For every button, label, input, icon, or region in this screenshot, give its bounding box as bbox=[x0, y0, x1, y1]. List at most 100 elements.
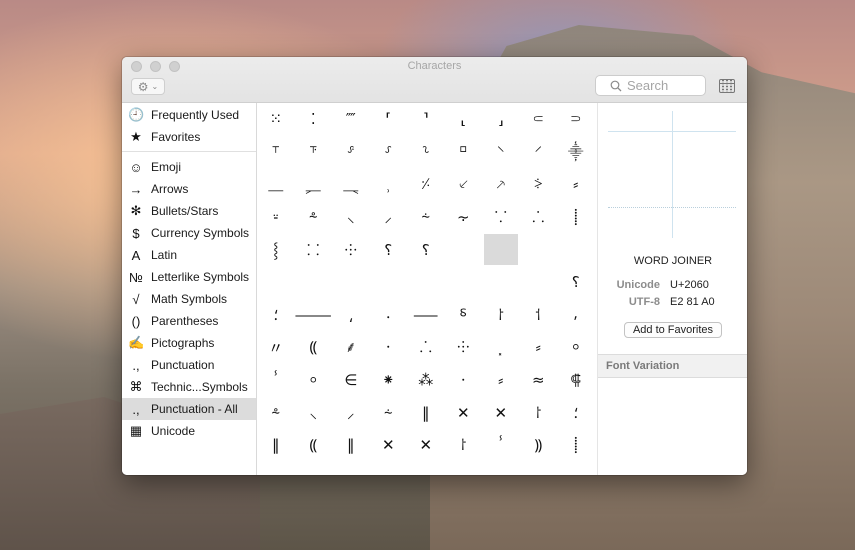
character-cell[interactable]: ⸖ bbox=[520, 168, 558, 201]
character-cell[interactable]: ⸫ bbox=[407, 331, 445, 364]
character-cell[interactable]: ⸈ bbox=[332, 136, 370, 169]
character-cell[interactable]: ⸔ bbox=[445, 168, 483, 201]
character-cell[interactable]: ∈ bbox=[332, 364, 370, 397]
character-cell[interactable]: ⸨ bbox=[295, 331, 333, 364]
character-cell[interactable]: ⸝ bbox=[370, 201, 408, 234]
character-cell[interactable]: ⸚ bbox=[257, 201, 295, 234]
character-cell[interactable]: ⸳ bbox=[370, 299, 408, 332]
character-cell[interactable]: ⸍ bbox=[520, 136, 558, 169]
sidebar-item-unicode[interactable]: ▦ Unicode bbox=[122, 420, 256, 442]
character-cell[interactable]: ⸬ bbox=[295, 233, 333, 266]
character-cell[interactable]: ⸽ bbox=[557, 429, 595, 462]
character-cell[interactable]: ⸛ bbox=[257, 396, 295, 429]
character-cell[interactable]: ⸪ bbox=[482, 201, 520, 234]
sidebar-item-favorites[interactable]: ★ Favorites bbox=[122, 126, 256, 148]
character-cell[interactable]: ⸥ bbox=[482, 103, 520, 136]
character-cell[interactable]: ✕ bbox=[482, 396, 520, 429]
character-cell[interactable]: ✕ bbox=[445, 396, 483, 429]
action-menu-button[interactable]: ⚙ ⌄ bbox=[131, 78, 165, 95]
character-cell[interactable]: ⸮ bbox=[370, 233, 408, 266]
character-cell[interactable]: ⸭ bbox=[332, 233, 370, 266]
sidebar-item-math-symbols[interactable]: √ Math Symbols bbox=[122, 288, 256, 310]
character-cell[interactable]: ⸛ bbox=[295, 201, 333, 234]
character-cell[interactable]: ⸚ bbox=[257, 462, 295, 475]
character-cell[interactable]: ⸨ bbox=[295, 429, 333, 462]
character-cell[interactable]: ‖ bbox=[332, 429, 370, 462]
character-cell[interactable]: ⸤ bbox=[445, 103, 483, 136]
character-cell[interactable]: ✕ bbox=[407, 429, 445, 462]
sidebar-item-punctuation[interactable]: ., Punctuation bbox=[122, 354, 256, 376]
character-cell[interactable]: ⸙ bbox=[332, 331, 370, 364]
character-cell[interactable]: ⸫ bbox=[520, 201, 558, 234]
character-cell[interactable]: ⸜ bbox=[332, 201, 370, 234]
character-cell[interactable]: ⸕ bbox=[482, 168, 520, 201]
character-cell[interactable]: ⸮ bbox=[407, 233, 445, 266]
character-cell[interactable]: ⸲ bbox=[332, 299, 370, 332]
character-cell[interactable]: ⸓ bbox=[407, 168, 445, 201]
character-cell[interactable]: ⸞ bbox=[407, 201, 445, 234]
character-cell[interactable]: ⸯ bbox=[257, 364, 295, 397]
add-to-favorites-button[interactable]: Add to Favorites bbox=[624, 322, 722, 338]
character-cell[interactable]: ⸦ bbox=[520, 103, 558, 136]
character-cell[interactable]: ⸜ bbox=[295, 396, 333, 429]
sidebar-item-latin[interactable]: A Latin bbox=[122, 244, 256, 266]
character-cell[interactable]: ⸻ bbox=[295, 299, 333, 332]
sidebar-item-parentheses[interactable]: () Parentheses bbox=[122, 310, 256, 332]
character-cell[interactable]: ✕ bbox=[370, 429, 408, 462]
character-cell[interactable]: ⸰ bbox=[557, 331, 595, 364]
sidebar-item-technic-symbols[interactable]: ⌘ Technic...Symbols bbox=[122, 376, 256, 398]
character-cell[interactable]: ⸉ bbox=[370, 136, 408, 169]
character-cell[interactable]: ⸗ bbox=[557, 168, 595, 201]
character-cell[interactable]: ≈ bbox=[520, 364, 558, 397]
character-cell[interactable]: ⸵ bbox=[557, 396, 595, 429]
character-cell[interactable]: ⸆ bbox=[257, 136, 295, 169]
character-cell[interactable]: ⁙ bbox=[257, 103, 295, 136]
character-cell[interactable]: ⸞ bbox=[370, 396, 408, 429]
character-palette-icon[interactable] bbox=[719, 79, 735, 93]
character-cell[interactable]: ⸩ bbox=[520, 429, 558, 462]
character-cell[interactable]: ⸐ bbox=[295, 168, 333, 201]
character-cell[interactable]: ⸷ bbox=[520, 396, 558, 429]
character-cell[interactable]: ⸰ bbox=[295, 364, 333, 397]
character-cell[interactable]: ⸺ bbox=[407, 299, 445, 332]
character-cell[interactable]: ⁚ bbox=[295, 103, 333, 136]
character-cell[interactable]: ‖ bbox=[407, 396, 445, 429]
character-cell[interactable]: ⸶ bbox=[520, 299, 558, 332]
character-cell[interactable]: ⸱ bbox=[445, 364, 483, 397]
font-variation-header[interactable]: Font Variation bbox=[598, 354, 747, 378]
character-cell[interactable]: ⸭ bbox=[445, 331, 483, 364]
sidebar-item-letterlike-symbols[interactable]: № Letterlike Symbols bbox=[122, 266, 256, 288]
character-cell[interactable]: ⸑ bbox=[332, 168, 370, 201]
character-cell[interactable]: ⸹ bbox=[445, 299, 483, 332]
character-cell[interactable]: ⸊ bbox=[407, 136, 445, 169]
character-cell[interactable]: ⸮ bbox=[557, 266, 595, 299]
character-cell[interactable]: ⸽ bbox=[557, 201, 595, 234]
character-cell[interactable]: ⸼ bbox=[482, 331, 520, 364]
sidebar-item-punctuation-all[interactable]: ., Punctuation - All bbox=[122, 398, 256, 420]
character-cell[interactable]: ⸷ bbox=[482, 299, 520, 332]
sidebar-item-arrows[interactable]: → Arrows bbox=[122, 178, 256, 200]
character-cell[interactable]: ⁗ bbox=[332, 103, 370, 136]
character-cell[interactable]: ⸱ bbox=[370, 331, 408, 364]
character-cell[interactable]: ⁂ bbox=[407, 364, 445, 397]
sidebar-item-emoji[interactable]: ☺ Emoji bbox=[122, 156, 256, 178]
sidebar-item-frequently-used[interactable]: 🕘 Frequently Used bbox=[122, 104, 256, 126]
search-field[interactable] bbox=[595, 75, 706, 96]
selected-character-cell[interactable] bbox=[484, 234, 518, 265]
character-cell[interactable]: ⸧ bbox=[557, 103, 595, 136]
character-cell[interactable]: ⸗ bbox=[482, 364, 520, 397]
character-cell[interactable]: ⸏ bbox=[257, 168, 295, 201]
sidebar-item-pictographs[interactable]: ✍ Pictographs bbox=[122, 332, 256, 354]
character-cell[interactable]: ⸣ bbox=[407, 103, 445, 136]
character-cell[interactable]: ‖ bbox=[257, 429, 295, 462]
character-cell[interactable]: ⸌ bbox=[482, 136, 520, 169]
character-cell[interactable]: ⸇ bbox=[295, 136, 333, 169]
character-cell[interactable]: ⸷ bbox=[445, 429, 483, 462]
character-cell[interactable]: ⸎ bbox=[557, 136, 595, 169]
character-cell[interactable]: ⁕ bbox=[370, 364, 408, 397]
character-cell[interactable]: 〃 bbox=[257, 331, 295, 364]
character-cell[interactable]: ⸾ bbox=[257, 233, 295, 266]
character-cell[interactable]: ⸒ bbox=[370, 168, 408, 201]
character-cell[interactable]: ⸿ bbox=[557, 364, 595, 397]
search-input[interactable] bbox=[627, 78, 697, 93]
